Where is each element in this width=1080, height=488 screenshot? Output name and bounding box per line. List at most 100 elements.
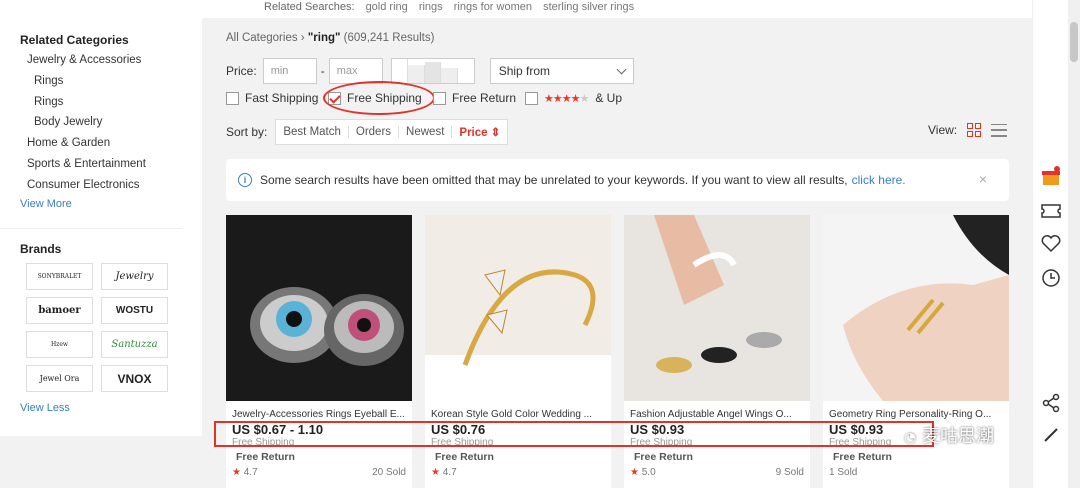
product-title[interactable]: Jewelry-Accessories Rings Eyeball E... <box>226 409 412 420</box>
wishlist-heart-icon[interactable] <box>1041 234 1061 254</box>
category-item[interactable]: Rings <box>20 71 190 92</box>
share-icon[interactable] <box>1041 393 1061 413</box>
related-label: Related Searches: <box>264 1 355 13</box>
brand-logo-vnox[interactable]: VNOX <box>101 365 168 392</box>
scrollbar[interactable] <box>1068 0 1080 488</box>
view-toggle: View: <box>928 123 1008 137</box>
sort-price[interactable]: Price ⇕ <box>452 125 507 139</box>
product-meta: ★ 5.0 9 Sold <box>624 467 810 478</box>
category-item[interactable]: Consumer Electronics <box>20 175 190 196</box>
price-min-input[interactable]: min <box>262 58 317 84</box>
product-rating: 5.0 <box>641 467 656 478</box>
sort-label: Sort by: <box>226 125 268 139</box>
list-view-icon[interactable] <box>991 123 1008 137</box>
brand-logo-jewelora[interactable]: Jewel Ora <box>26 365 93 392</box>
product-meta: ★ 4.7 <box>425 467 611 478</box>
star-icon: ★ <box>630 467 639 478</box>
related-tag[interactable]: rings for women <box>454 1 532 13</box>
product-image[interactable] <box>425 215 611 401</box>
info-icon: i <box>238 173 252 187</box>
sort-best-match[interactable]: Best Match <box>276 126 349 138</box>
brand-logo-wostu[interactable]: WOSTU <box>101 297 168 324</box>
category-item[interactable]: Rings <box>20 92 190 113</box>
left-sidebar: Related Categories Jewelry & Accessories… <box>0 0 202 436</box>
related-tag[interactable]: sterling silver rings <box>543 1 634 13</box>
category-item[interactable]: Body Jewelry <box>20 112 190 133</box>
category-item[interactable]: Sports & Entertainment <box>20 154 190 175</box>
free-return-checkbox[interactable]: Free Return <box>433 91 516 105</box>
product-title[interactable]: Geometry Ring Personality-Ring O... <box>823 409 1009 420</box>
category-item[interactable]: Jewelry & Accessories <box>20 50 190 71</box>
product-card[interactable]: Fashion Adjustable Angel Wings O... US $… <box>624 215 810 488</box>
gift-icon[interactable] <box>1041 166 1061 186</box>
scrollbar-thumb[interactable] <box>1070 22 1078 62</box>
divider <box>0 228 182 229</box>
sort-options: Best Match Orders Newest Price ⇕ <box>275 119 509 145</box>
category-item[interactable]: Home & Garden <box>20 133 190 154</box>
view-label: View: <box>928 123 958 137</box>
product-rating: 4.7 <box>243 467 258 478</box>
sort-orders[interactable]: Orders <box>349 126 400 138</box>
view-more-link[interactable]: View More <box>20 198 190 210</box>
and-up-label: & Up <box>595 91 623 105</box>
category-list: Jewelry & Accessories Rings Rings Body J… <box>20 50 190 196</box>
product-title[interactable]: Korean Style Gold Color Wedding ... <box>425 409 611 420</box>
click-here-link[interactable]: click here. <box>852 173 906 187</box>
product-card[interactable]: Jewelry-Accessories Rings Eyeball E... U… <box>226 215 412 488</box>
fast-shipping-label: Fast Shipping <box>245 91 319 105</box>
coupon-icon[interactable] <box>1041 201 1061 221</box>
product-return: Free Return <box>833 451 892 463</box>
star-empty-icon: ★ <box>579 92 590 105</box>
breadcrumb-root[interactable]: All Categories <box>226 32 298 44</box>
product-shipping: Free Shipping <box>630 437 693 448</box>
breadcrumb: All Categories › "ring" (609,241 Results… <box>226 32 434 44</box>
sort-newest[interactable]: Newest <box>399 126 453 138</box>
view-less-link[interactable]: View Less <box>20 402 70 414</box>
product-image[interactable] <box>624 215 810 401</box>
product-image[interactable] <box>226 215 412 401</box>
product-price: US $0.76 <box>431 422 486 437</box>
product-card[interactable]: Korean Style Gold Color Wedding ... US $… <box>425 215 611 488</box>
product-rating: 4.7 <box>442 467 457 478</box>
product-meta: 1 Sold <box>823 467 1009 478</box>
fast-shipping-checkbox[interactable]: Fast Shipping <box>226 91 318 105</box>
price-label: Price: <box>226 64 257 78</box>
edit-pencil-icon[interactable] <box>1041 425 1061 445</box>
product-return: Free Return <box>236 451 295 463</box>
ship-from-select[interactable]: Ship from <box>489 58 634 84</box>
search-query: "ring" <box>307 32 341 44</box>
product-meta: ★ 4.7 20 Sold <box>226 467 412 478</box>
brand-logo-bamoer[interactable]: bamoer <box>26 297 93 324</box>
related-searches: Related Searches: gold ring rings rings … <box>264 1 642 13</box>
grid-view-icon[interactable] <box>967 123 982 137</box>
brand-logo-hzew[interactable]: Hzew <box>26 331 93 358</box>
product-image[interactable] <box>823 215 1009 401</box>
product-shipping: Free Shipping <box>431 437 494 448</box>
brands-title: Brands <box>20 242 62 256</box>
brand-logo-sonybralet[interactable]: SONYBRALET <box>26 263 93 290</box>
related-tag[interactable]: gold ring <box>366 1 408 13</box>
checkbox-box <box>226 91 239 105</box>
right-toolbar <box>1032 0 1068 488</box>
chevron-down-icon <box>616 64 627 74</box>
result-count: (609,241 Results) <box>343 32 435 44</box>
watermark: ◔ 麦咕思潮 <box>904 422 994 448</box>
categories-title: Related Categories <box>20 33 129 47</box>
related-tag[interactable]: rings <box>419 1 443 13</box>
rating-filter-checkbox[interactable]: ★★★★ ★ & Up <box>525 91 622 105</box>
history-clock-icon[interactable] <box>1041 268 1061 288</box>
product-title[interactable]: Fashion Adjustable Angel Wings O... <box>624 409 810 420</box>
free-return-label: Free Return <box>452 91 517 105</box>
product-price: US $0.67 - 1.10 <box>232 422 324 437</box>
product-return: Free Return <box>634 451 693 463</box>
brand-logo-jewelry[interactable]: Jewelry <box>101 263 168 290</box>
price-range-histogram[interactable] <box>390 58 475 84</box>
checkbox-box <box>525 91 538 105</box>
brand-logo-santuzza[interactable]: Santuzza <box>101 331 168 358</box>
product-shipping: Free Shipping <box>232 437 295 448</box>
close-icon[interactable]: × <box>979 171 987 187</box>
watermark-text: 麦咕思潮 <box>921 426 994 447</box>
checkbox-box <box>433 91 446 105</box>
product-return: Free Return <box>435 451 494 463</box>
notice-text: Some search results have been omitted th… <box>260 173 848 187</box>
